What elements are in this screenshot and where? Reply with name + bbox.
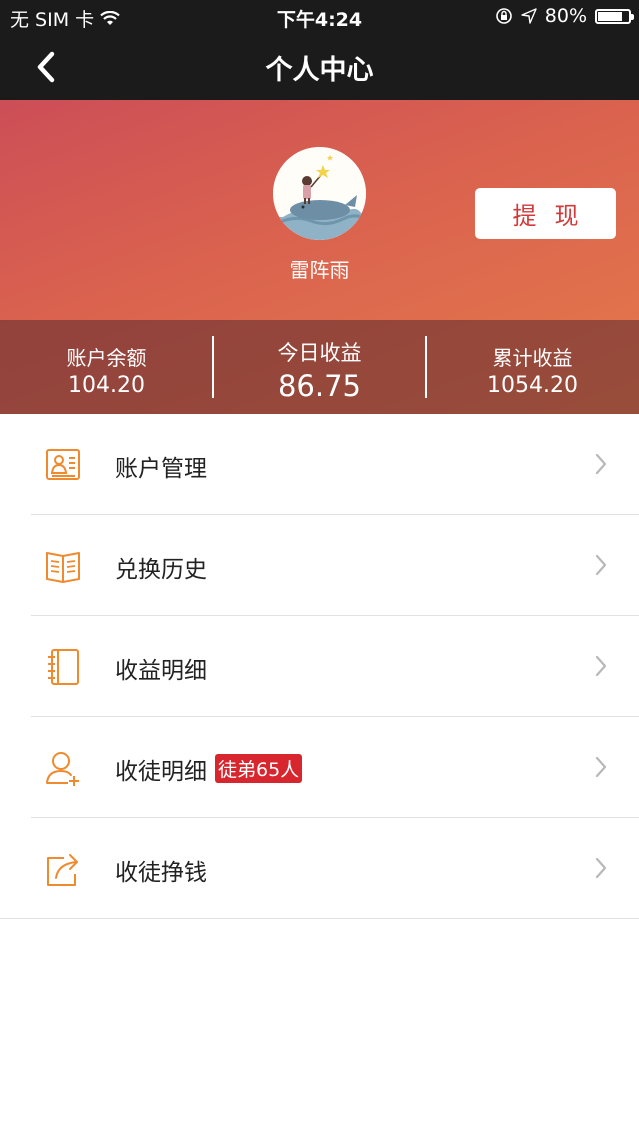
row-divider <box>0 918 639 919</box>
menu-list: 账户管理 兑换历史 收益明细 收徒明细 徒弟65人 收徒挣钱 <box>0 414 639 919</box>
stat-value: 1054.20 <box>487 373 578 398</box>
status-right: 80% <box>495 5 634 27</box>
profile-header: 雷阵雨 提现 账户余额 104.20 今日收益 86.75 累计收益 1054.… <box>0 100 639 414</box>
id-card-icon <box>46 449 80 480</box>
stat-account-balance: 账户余额 104.20 <box>0 320 213 414</box>
stat-today-earnings: 今日收益 86.75 <box>213 320 426 414</box>
chevron-right-icon <box>595 857 607 879</box>
notebook-icon <box>48 649 79 685</box>
stat-label: 账户余额 <box>66 346 147 370</box>
stat-value: 104.20 <box>68 373 145 398</box>
avatar-whale-girl-image <box>273 147 366 240</box>
stat-label: 累计收益 <box>492 346 573 370</box>
menu-item-label: 兑换历史 <box>115 557 207 583</box>
battery-percent: 80% <box>544 5 587 27</box>
chevron-right-icon <box>595 756 607 778</box>
username: 雷阵雨 <box>289 258 350 282</box>
location-arrow-icon <box>521 8 537 24</box>
menu-item-label: 收益明细 <box>115 658 207 684</box>
status-bar: 无 SIM 卡 下午4:24 80% <box>0 0 639 33</box>
avatar[interactable] <box>273 147 366 240</box>
battery-icon <box>595 8 634 24</box>
add-person-icon <box>46 752 79 786</box>
share-icon <box>47 854 78 886</box>
menu-item-label: 账户管理 <box>115 456 207 482</box>
stat-total-earnings: 累计收益 1054.20 <box>426 320 639 414</box>
open-book-icon <box>46 552 80 583</box>
menu-item-apprentice-details[interactable]: 收徒明细 徒弟65人 <box>0 717 639 818</box>
menu-item-exchange-history[interactable]: 兑换历史 <box>0 515 639 616</box>
chevron-right-icon <box>595 554 607 576</box>
orientation-lock-icon <box>495 8 512 24</box>
menu-item-label: 收徒明细 徒弟65人 <box>115 752 303 786</box>
page-title: 个人中心 <box>265 55 374 86</box>
nav-bar: 个人中心 <box>0 33 639 100</box>
chevron-right-icon <box>595 453 607 475</box>
menu-item-recruit-earn[interactable]: 收徒挣钱 <box>0 818 639 919</box>
stat-value: 86.75 <box>277 369 362 403</box>
menu-item-label: 收徒挣钱 <box>115 860 207 886</box>
earnings-stats: 账户余额 104.20 今日收益 86.75 累计收益 1054.20 <box>0 320 639 414</box>
menu-item-account-management[interactable]: 账户管理 <box>0 414 639 515</box>
withdraw-button[interactable]: 提现 <box>475 188 616 239</box>
chevron-right-icon <box>595 655 607 677</box>
menu-item-earnings-details[interactable]: 收益明细 <box>0 616 639 717</box>
stat-label: 今日收益 <box>277 341 362 365</box>
apprentice-count-badge: 徒弟65人 <box>215 754 303 783</box>
menu-item-label-text: 收徒明细 <box>115 759 207 785</box>
